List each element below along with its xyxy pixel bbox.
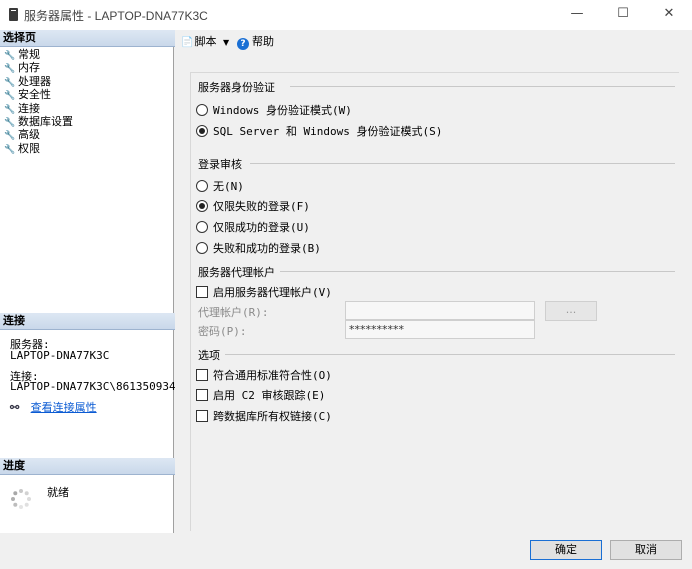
audit-failed-label: 仅限失败的登录(F) [213, 200, 310, 213]
toolbar: 📄 脚本 ▼ ? 帮助 [175, 30, 692, 52]
minimize-button[interactable]: — [554, 0, 600, 30]
audit-none-radio[interactable]: 无(N) [196, 178, 244, 194]
proxy-account-field[interactable] [345, 301, 535, 320]
checkbox-control[interactable] [196, 286, 208, 298]
checkbox-control[interactable] [196, 369, 208, 381]
progress-header: 进度 [0, 458, 176, 475]
select-page-header: 选择页 [0, 30, 176, 47]
page-item-connections[interactable]: 🔧 连接 [4, 102, 73, 115]
app-icon [9, 8, 18, 21]
checkbox-control[interactable] [196, 410, 208, 422]
divider [290, 86, 675, 87]
page-item-label: 高级 [18, 128, 40, 142]
common-criteria-label: 符合通用标准符合性(O) [213, 369, 332, 382]
cross-db-chaining-label: 跨数据库所有权链接(C) [213, 410, 332, 423]
page-item-label: 连接 [18, 101, 40, 115]
auth-windows-label: Windows 身份验证模式(W) [213, 104, 352, 117]
enable-proxy-label: 启用服务器代理帐户(V) [213, 286, 332, 299]
radio-control[interactable] [196, 221, 208, 233]
divider [225, 354, 675, 355]
chevron-down-icon: ▼ [223, 38, 230, 47]
page-item-security[interactable]: 🔧 安全性 [4, 88, 73, 101]
auth-mixed-radio[interactable]: SQL Server 和 Windows 身份验证模式(S) [196, 123, 442, 139]
radio-control[interactable] [196, 242, 208, 254]
radio-control[interactable] [196, 104, 208, 116]
help-button[interactable]: ? 帮助 [237, 33, 274, 50]
server-authentication-title: 服务器身份验证 [198, 81, 275, 94]
script-icon: 📄 [181, 37, 194, 48]
page-item-general[interactable]: 🔧 常规 [4, 48, 73, 61]
connection-icon: ⚯ [10, 401, 20, 414]
cross-db-chaining-checkbox[interactable]: 跨数据库所有权链接(C) [196, 408, 332, 424]
page-item-database-settings[interactable]: 🔧 数据库设置 [4, 115, 73, 128]
radio-control[interactable] [196, 125, 208, 137]
audit-both-radio[interactable]: 失败和成功的登录(B) [196, 240, 321, 256]
password-field[interactable]: ********** [345, 320, 535, 339]
progress-status: 就绪 [47, 486, 69, 499]
audit-success-radio[interactable]: 仅限成功的登录(U) [196, 219, 310, 235]
cancel-button[interactable]: 取消 [610, 540, 682, 560]
auth-windows-radio[interactable]: Windows 身份验证模式(W) [196, 102, 352, 118]
page-item-label: 处理器 [18, 74, 51, 88]
maximize-button[interactable]: ☐ [600, 0, 646, 30]
view-connection-properties-link[interactable]: 查看连接属性 [31, 401, 97, 414]
audit-none-label: 无(N) [213, 180, 244, 193]
server-value: LAPTOP-DNA77K3C [10, 349, 110, 362]
help-icon: ? [237, 38, 249, 50]
connection-header: 连接 [0, 313, 176, 330]
audit-both-label: 失败和成功的登录(B) [213, 242, 321, 255]
auth-mixed-label: SQL Server 和 Windows 身份验证模式(S) [213, 125, 443, 138]
proxy-account-label: 代理帐户(R): [198, 306, 269, 319]
password-label: 密码(P): [198, 325, 247, 338]
wrench-icon: 🔧 [4, 144, 16, 155]
c2-audit-checkbox[interactable]: 启用 C2 审核跟踪(E) [196, 387, 325, 403]
page-item-memory[interactable]: 🔧 内存 [4, 61, 73, 74]
audit-success-label: 仅限成功的登录(U) [213, 221, 310, 234]
page-item-label: 内存 [18, 61, 40, 75]
ok-button[interactable]: 确定 [530, 540, 602, 560]
enable-proxy-checkbox[interactable]: 启用服务器代理帐户(V) [196, 284, 332, 300]
page-item-permissions[interactable]: 🔧 权限 [4, 142, 73, 155]
radio-control[interactable] [196, 200, 208, 212]
window-title: 服务器属性 - LAPTOP-DNA77K3C [24, 9, 208, 23]
checkbox-control[interactable] [196, 389, 208, 401]
audit-failed-radio[interactable]: 仅限失败的登录(F) [196, 198, 310, 214]
options-title: 选项 [198, 349, 220, 362]
progress-spinner-icon [11, 489, 31, 509]
page-list: 🔧 常规 🔧 内存 🔧 处理器 🔧 安全性 🔧 连接 🔧 数据库设置 🔧 高级 🔧 权限 [4, 48, 73, 155]
close-button[interactable]: ✕ [646, 0, 692, 30]
common-criteria-checkbox[interactable]: 符合通用标准符合性(O) [196, 367, 332, 383]
divider [280, 271, 675, 272]
c2-audit-label: 启用 C2 审核跟踪(E) [213, 389, 326, 402]
script-label: 脚本 [194, 35, 217, 48]
page-item-label: 数据库设置 [18, 114, 73, 128]
connection-value: LAPTOP-DNA77K3C\86135093423 [10, 380, 189, 393]
page-item-processors[interactable]: 🔧 处理器 [4, 75, 73, 88]
page-item-label: 安全性 [18, 88, 51, 102]
page-item-label: 常规 [18, 48, 40, 61]
browse-proxy-button[interactable]: ... [545, 301, 597, 321]
view-connection-row: ⚯ 查看连接属性 [10, 399, 97, 415]
divider [250, 163, 675, 164]
login-auditing-title: 登录审核 [198, 158, 242, 171]
script-button[interactable]: 📄 脚本 ▼ [181, 33, 229, 49]
page-item-label: 权限 [18, 141, 40, 155]
proxy-account-title: 服务器代理帐户 [198, 266, 275, 279]
page-item-advanced[interactable]: 🔧 高级 [4, 128, 73, 141]
title-bar: 服务器属性 - LAPTOP-DNA77K3C — ☐ ✕ [0, 0, 692, 31]
radio-control[interactable] [196, 180, 208, 192]
help-label: 帮助 [252, 35, 274, 48]
